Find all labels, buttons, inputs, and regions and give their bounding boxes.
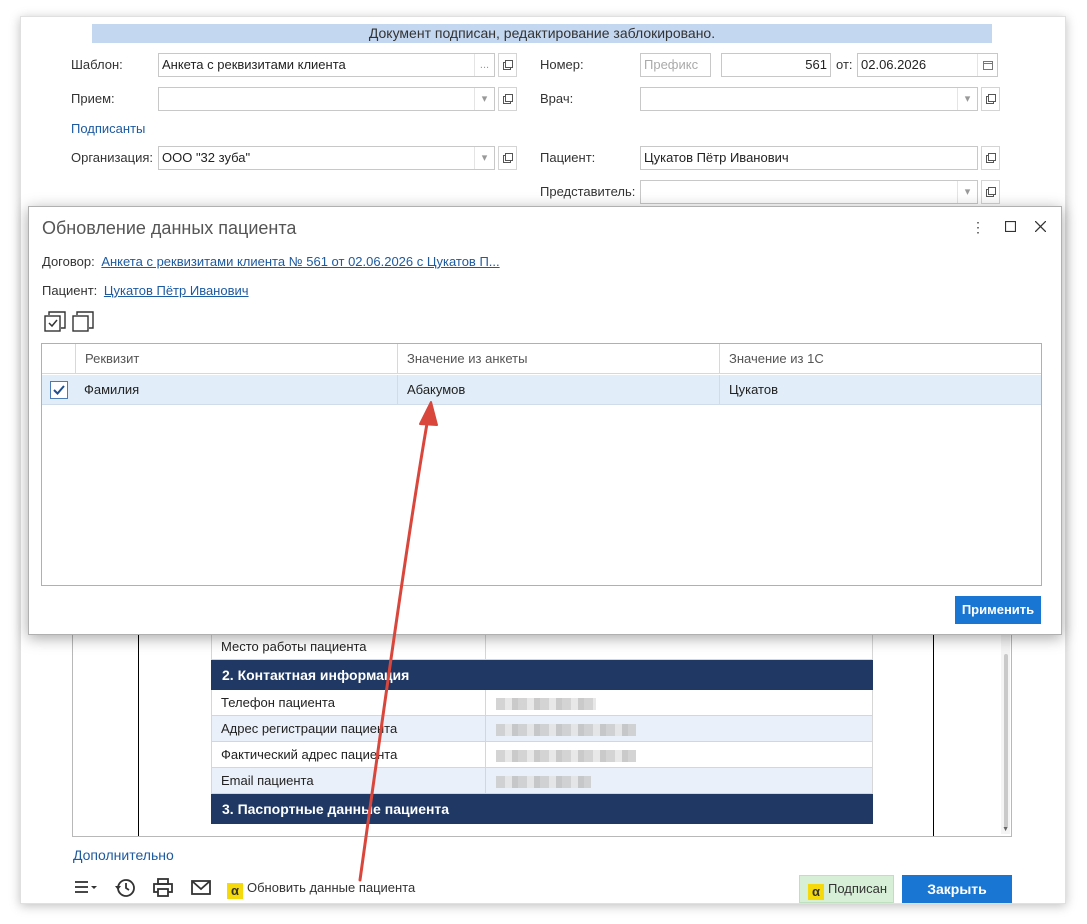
number-value: 561 [805, 57, 827, 72]
section-header: 2. Контактная информация [211, 660, 873, 690]
scroll-down-icon[interactable]: ▼ [1002, 826, 1009, 833]
row-label: Фактический адрес пациента [212, 742, 486, 767]
uncheck-all-icon[interactable] [72, 311, 94, 333]
table-row: Email пациента [211, 768, 873, 794]
reception-open-icon[interactable] [498, 87, 517, 111]
table-header: Реквизит Значение из анкеты Значение из … [42, 344, 1041, 374]
redacted-value [496, 724, 636, 736]
column-header[interactable]: Значение из анкеты [397, 344, 719, 374]
chevron-down-icon[interactable]: ▾ [957, 88, 977, 110]
form-table: Место работы пациента 2. Контактная инфо… [211, 634, 873, 824]
contract-link[interactable]: Анкета с реквизитами клиента № 561 от 02… [101, 254, 499, 269]
chevron-down-icon[interactable]: ▾ [957, 181, 977, 203]
table-row: Телефон пациента [211, 690, 873, 716]
mail-icon[interactable] [190, 877, 214, 899]
representative-open-icon[interactable] [981, 180, 1000, 204]
doctor-open-icon[interactable] [981, 87, 1000, 111]
dialog-patient-label: Пациент: [42, 283, 98, 298]
number-label: Номер: [540, 57, 584, 72]
date-from-label: от: [836, 57, 853, 72]
section-header: 3. Паспортные данные пациента [211, 794, 873, 824]
prefix-placeholder: Префикс [644, 57, 699, 72]
form-value-cell: Абакумов [397, 375, 719, 405]
scrollbar-thumb[interactable] [1004, 654, 1008, 828]
organization-field[interactable]: ООО "32 зуба" ▾ [158, 146, 495, 170]
organization-label: Организация: [71, 150, 154, 165]
close-icon[interactable] [1030, 217, 1050, 237]
page-border-left [138, 634, 139, 836]
template-field[interactable]: Анкета с реквизитами клиента ... [158, 53, 495, 77]
document-preview: Место работы пациента 2. Контактная инфо… [72, 633, 1012, 837]
chevron-down-icon[interactable]: ▾ [474, 147, 494, 169]
maximize-icon[interactable] [1000, 217, 1020, 237]
representative-label: Представитель: [540, 184, 636, 199]
representative-field[interactable]: ▾ [640, 180, 978, 204]
reception-label: Прием: [71, 91, 115, 106]
dialog-title: Обновление данных пациента [42, 218, 297, 238]
reception-field[interactable]: ▾ [158, 87, 495, 111]
organization-open-icon[interactable] [498, 146, 517, 170]
locked-banner: Документ подписан, редактирование заблок… [92, 24, 992, 43]
patient-line: Пациент: Цукатов Пётр Иванович [42, 283, 249, 298]
date-value: 02.06.2026 [861, 57, 927, 72]
row-checkbox[interactable] [50, 381, 68, 399]
number-field[interactable]: 561 [721, 53, 831, 77]
row-label: Email пациента [212, 768, 486, 793]
contract-line: Договор: Анкета с реквизитами клиента № … [42, 254, 500, 269]
column-header[interactable]: Значение из 1С [719, 344, 1041, 374]
close-button[interactable]: Закрыть [902, 875, 1012, 903]
additional-link[interactable]: Дополнительно [73, 847, 174, 863]
redacted-value [496, 750, 636, 762]
table-row: Фактический адрес пациента [211, 742, 873, 768]
signed-button[interactable]: α Подписан [799, 875, 894, 903]
alpha-logo-icon: α [227, 883, 243, 899]
date-field[interactable]: 02.06.2026 [857, 53, 998, 77]
row-label: Место работы пациента [212, 634, 486, 659]
doctor-field[interactable]: ▾ [640, 87, 978, 111]
row-label: Адрес регистрации пациента [212, 716, 486, 741]
patient-value: Цукатов Пётр Иванович [644, 150, 789, 165]
redacted-value [496, 776, 591, 788]
redacted-value [496, 698, 596, 710]
patient-label: Пациент: [540, 150, 596, 165]
contract-label: Договор: [42, 254, 95, 269]
update-patient-data-button[interactable]: α Обновить данные пациента [227, 879, 415, 899]
row-label: Телефон пациента [212, 690, 486, 715]
template-label: Шаблон: [71, 57, 123, 72]
patient-field[interactable]: Цукатов Пётр Иванович [640, 146, 978, 170]
update-patient-data-dialog: Обновление данных пациента ⋮ Договор: Ан… [28, 206, 1062, 635]
table-row: Адрес регистрации пациента [211, 716, 873, 742]
print-icon[interactable] [152, 877, 176, 899]
alpha-logo-icon: α [808, 884, 824, 900]
check-all-icon[interactable] [44, 311, 66, 333]
signed-button-label: Подписан [828, 881, 888, 896]
menu-icon[interactable] [73, 877, 97, 899]
calendar-icon[interactable] [977, 54, 997, 76]
update-patient-data-label: Обновить данные пациента [247, 880, 416, 895]
more-icon[interactable]: ⋮ [968, 217, 988, 237]
column-header[interactable]: Реквизит [75, 344, 397, 374]
db-value-cell: Цукатов [719, 375, 1041, 405]
changes-table: Реквизит Значение из анкеты Значение из … [41, 343, 1042, 586]
template-select-button[interactable]: ... [474, 54, 494, 76]
doctor-label: Врач: [540, 91, 574, 106]
dialog-patient-link[interactable]: Цукатов Пётр Иванович [104, 283, 249, 298]
field-name-cell: Фамилия [84, 382, 140, 397]
table-row: Место работы пациента [211, 634, 873, 660]
history-icon[interactable] [114, 877, 138, 899]
patient-open-icon[interactable] [981, 146, 1000, 170]
apply-button[interactable]: Применить [955, 596, 1041, 624]
signers-link[interactable]: Подписанты [71, 117, 145, 141]
template-value: Анкета с реквизитами клиента [162, 57, 346, 72]
template-open-icon[interactable] [498, 53, 517, 77]
prefix-field[interactable]: Префикс [640, 53, 711, 77]
table-row[interactable]: Фамилия Абакумов Цукатов [42, 375, 1041, 405]
page-border-right [933, 634, 934, 836]
organization-value: ООО "32 зуба" [162, 150, 251, 165]
chevron-down-icon[interactable]: ▾ [474, 88, 494, 110]
